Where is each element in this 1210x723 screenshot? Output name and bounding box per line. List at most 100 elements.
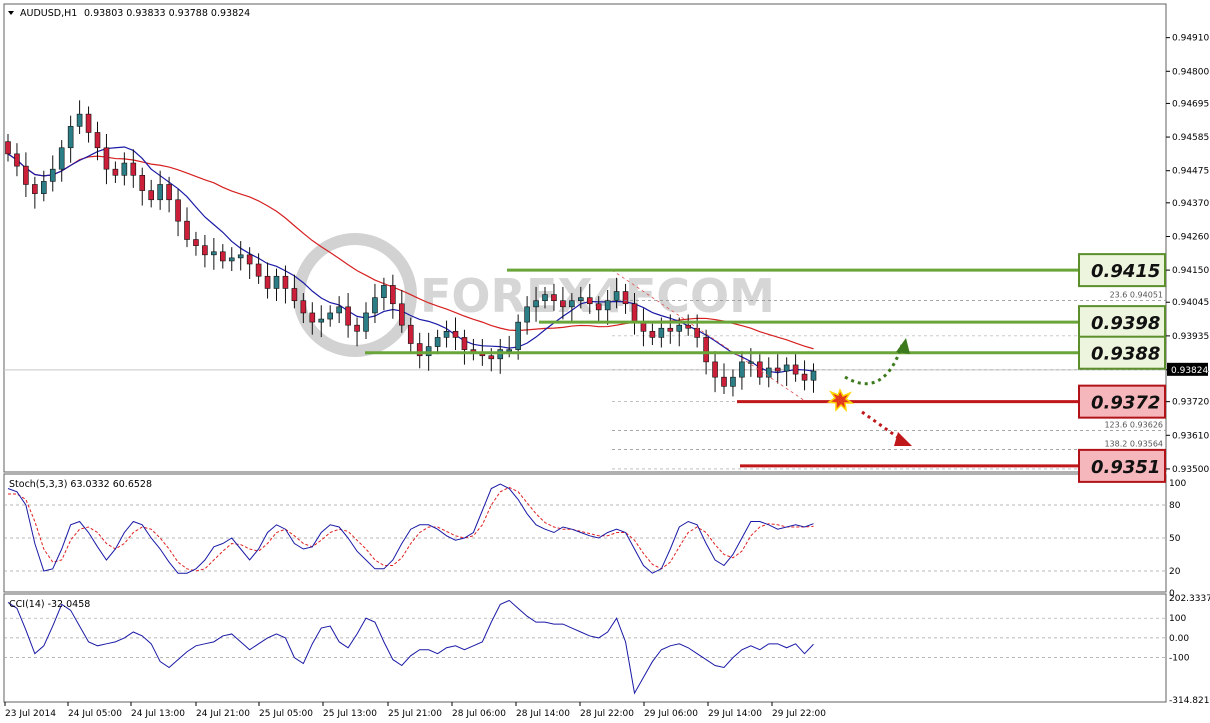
current-price-label: 0.93824 <box>1171 366 1208 376</box>
candle-body <box>255 263 262 277</box>
candle-body <box>560 300 566 308</box>
stoch-axis-label: 100 <box>1169 479 1186 489</box>
price-axis-label: 0.94695 <box>1172 99 1209 109</box>
candle-body <box>622 291 629 305</box>
price-axis-label: 0.94370 <box>1172 199 1209 209</box>
candle-body <box>407 324 414 344</box>
candle-body <box>32 184 38 194</box>
candle-body <box>220 251 226 262</box>
fib-label: 123.6 0.93626 <box>1104 420 1163 429</box>
candle-body <box>130 162 137 176</box>
candle-body <box>774 367 781 372</box>
price-axis-label: 0.93935 <box>1172 332 1209 342</box>
cci-axis-label: 100 <box>1169 614 1186 624</box>
price-axis-label: 0.94150 <box>1172 266 1209 276</box>
price-axis-label: 0.94475 <box>1172 167 1209 177</box>
candle-body <box>5 141 11 155</box>
candle-body <box>148 190 154 201</box>
candle-body <box>318 318 325 323</box>
stoch-axis-label: 50 <box>1169 534 1181 544</box>
candle-body <box>273 275 280 289</box>
candle-body <box>569 300 575 308</box>
candle-body <box>264 275 271 289</box>
candle-body <box>300 300 307 314</box>
candle-body <box>694 327 700 338</box>
candle-body <box>309 312 316 323</box>
candle-body <box>112 168 119 176</box>
candle-body <box>595 303 602 311</box>
candle-body <box>613 291 620 302</box>
candle-body <box>604 300 611 311</box>
candle-body <box>193 239 199 246</box>
candle-body <box>354 324 360 332</box>
candle-body <box>730 376 736 387</box>
candle-body <box>166 184 172 201</box>
candle-body <box>372 297 378 314</box>
time-axis-label: 24 Jul 13:00 <box>131 709 185 719</box>
time-axis-label: 25 Jul 21:00 <box>388 709 442 719</box>
trading-chart[interactable]: FOREX4FCOM 23.6 0.94051 123.6 0.93626 138.… <box>0 0 1210 723</box>
candle-body <box>721 376 727 387</box>
time-axis-label: 28 Jul 22:00 <box>580 709 634 719</box>
candle-body <box>783 364 790 372</box>
candle-body <box>515 321 521 350</box>
price-axis-label: 0.94585 <box>1172 133 1209 143</box>
candle-body <box>748 361 754 364</box>
candle-body <box>121 162 128 176</box>
candle-body <box>85 113 92 133</box>
candle-body <box>246 254 253 265</box>
fib-label: 138.2 0.93564 <box>1104 439 1163 448</box>
candle-body <box>390 285 396 305</box>
candle-body <box>184 220 190 240</box>
candle-body <box>157 184 163 201</box>
candle-body <box>211 251 217 256</box>
fib-label: 23.6 0.94051 <box>1110 290 1163 299</box>
candle-body <box>765 367 772 378</box>
candle-body <box>792 364 799 375</box>
candle-body <box>712 361 718 378</box>
candle-body <box>336 306 342 314</box>
price-axis-label: 0.94045 <box>1172 298 1209 308</box>
cci-title: CCI(14) -32.0458 <box>9 599 90 610</box>
candle-body <box>461 337 468 350</box>
symbol-label: AUDUSD,H1 <box>20 8 77 19</box>
candle-body <box>345 306 351 326</box>
level-label: 0.9398 <box>1091 313 1160 334</box>
candle-body <box>586 297 593 305</box>
level-label: 0.9351 <box>1091 457 1160 478</box>
chart-window: FOREX4FCOM 23.6 0.94051 123.6 0.93626 138.… <box>0 0 1210 723</box>
price-axis-label: 0.93500 <box>1172 465 1209 475</box>
candle-body <box>291 288 298 302</box>
candle-body <box>676 324 683 332</box>
price-axis-label: 0.94910 <box>1172 34 1209 44</box>
candle-body <box>542 294 548 302</box>
candle-body <box>237 254 244 259</box>
candle-body <box>703 337 709 363</box>
candle-body <box>49 168 56 182</box>
candle-body <box>58 147 65 170</box>
time-axis-label: 25 Jul 05:00 <box>259 709 313 719</box>
candle-body <box>801 373 808 381</box>
stoch-panel[interactable] <box>3 473 1167 593</box>
time-axis-label: 29 Jul 22:00 <box>772 709 826 719</box>
time-axis-label: 29 Jul 06:00 <box>644 709 698 719</box>
cci-axis-label: -314.8211 <box>1169 696 1210 706</box>
price-axis-label: 0.94800 <box>1172 67 1209 77</box>
time-axis-label: 29 Jul 14:00 <box>708 709 762 719</box>
candle-body <box>398 303 405 326</box>
stoch-title: Stoch(5,3,3) 63.0332 60.6528 <box>9 479 152 490</box>
cci-panel[interactable] <box>3 593 1167 703</box>
candle-body <box>577 297 584 302</box>
candle-body <box>434 337 441 347</box>
time-axis-label: 23 Jul 2014 <box>5 709 56 719</box>
time-axis-label: 25 Jul 13:00 <box>323 709 377 719</box>
ohlc-readout: 0.93803 0.93833 0.93788 0.93824 <box>84 8 250 19</box>
time-axis-label: 28 Jul 14:00 <box>516 709 570 719</box>
candle-body <box>282 275 289 289</box>
candle-body <box>363 312 369 332</box>
candle-body <box>658 327 665 338</box>
candle-body <box>524 306 530 323</box>
price-axis-label: 0.94260 <box>1172 232 1209 242</box>
candle-body <box>810 370 817 381</box>
candle-body <box>649 330 656 338</box>
